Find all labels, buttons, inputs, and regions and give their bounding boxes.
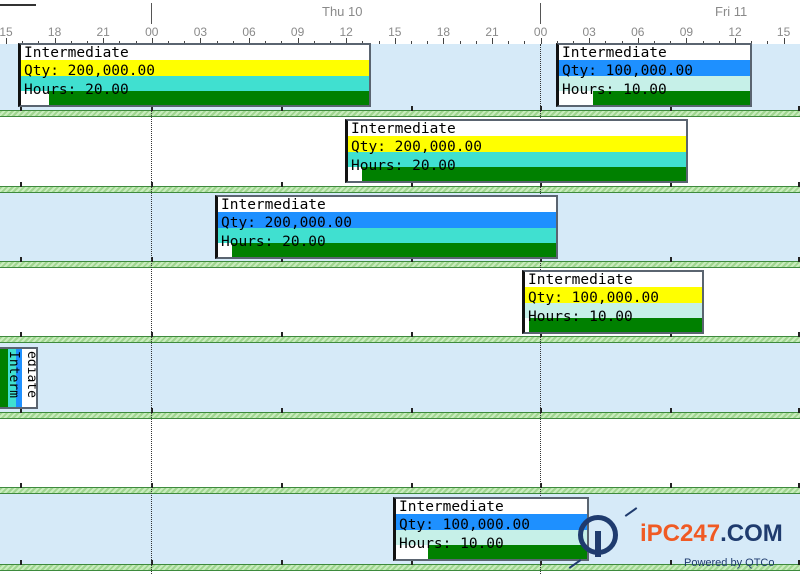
row-separator [0,336,800,343]
task-bar[interactable]: Intermediate Qty: 200,000.00 Hours: 20.0… [345,119,688,183]
task-hours: Hours: 10.00 [399,536,504,552]
task-bar[interactable]: Intermediate Qty: 200,000.00 Hours: 20.0… [18,43,371,107]
row-tick [411,483,413,488]
row-tick [281,182,283,187]
row-tick [20,483,22,488]
day-boundary-line [151,44,152,574]
hour-label: 12 [339,25,353,39]
watermark-logo: iPC247.COM Powered by QTCo [568,507,800,574]
task-qty: Qty: 200,000.00 [221,215,352,231]
hour-label: 12 [728,25,742,39]
row-separator [0,110,800,117]
task-bar[interactable]: Intermediate Qty: 100,000.00 Hours: 10.0… [522,270,704,334]
resource-row-5[interactable] [0,343,800,412]
row-separator [0,186,800,193]
task-hours: Hours: 10.00 [562,82,667,98]
task-qty: Qty: 100,000.00 [562,63,693,79]
resource-row-6[interactable] [0,419,800,487]
task-name: Intermediate [351,121,456,137]
row-separator [0,487,800,494]
logo-stem-icon [595,531,601,557]
row-tick [670,408,672,413]
row-tick [411,332,413,337]
task-name: Intermediate [399,499,504,515]
hour-label: 18 [436,25,451,39]
day-label-thu: Thu 10 [322,4,363,19]
hour-label: 00 [533,25,548,39]
task-name: Intermediate [24,45,129,61]
row-tick [281,560,283,565]
gantt-chart: Thu 10 Fri 11 15 18 21 00 03 06 09 12 15 18 21 00 03… [0,0,800,574]
hour-label: 15 [0,25,13,39]
logo-arrow-icon [568,559,582,569]
hour-label: 15 [388,25,402,39]
hour-header: 15 18 21 00 03 06 09 12 15 18 21 00 03 06 09 12 15 [0,24,800,45]
row-tick [281,332,283,337]
row-tick [281,483,283,488]
hour-label: 06 [631,25,645,39]
hour-label: 21 [485,25,499,39]
task-bar[interactable]: Intermediate Qty: 200,000.00 Hours: 20.0… [215,195,558,259]
hour-label: 09 [290,25,305,39]
task-hours: Hours: 20.00 [24,82,129,98]
hour-label: 21 [96,25,110,39]
hour-label: 15 [776,25,791,39]
row-tick [670,257,672,262]
row-separator [0,412,800,419]
logo-arrow-icon [624,507,638,517]
task-name-vertical: ediate [24,351,38,398]
hour-label: 03 [193,25,208,39]
task-bar-collapsed[interactable]: ediate Interm [0,347,38,409]
day-label-fri: Fri 11 [715,4,748,19]
row-tick [670,483,672,488]
task-name: Intermediate [528,272,633,288]
task-bar[interactable]: Intermediate Qty: 100,000.00 Hours: 10.0… [393,497,589,561]
header-stub [0,0,36,6]
task-qty: Qty: 100,000.00 [528,290,659,306]
task-name: Intermediate [221,197,326,213]
task-hours: Hours: 10.00 [528,309,633,325]
row-tick [411,408,413,413]
task-qty: Qty: 200,000.00 [24,63,155,79]
row-tick [20,560,22,565]
row-separator [0,261,800,268]
day-header: Thu 10 Fri 11 [0,0,800,25]
logo-brand-text: iPC247.COM [640,520,783,547]
task-name-vertical-2: Interm [6,351,21,398]
hour-label: 09 [679,25,694,39]
day-separator [151,3,152,24]
row-tick [411,106,413,111]
hour-label: 06 [242,25,256,39]
hour-label: 00 [145,25,159,39]
task-qty: Qty: 200,000.00 [351,139,482,155]
task-name: Intermediate [562,45,667,61]
task-bar[interactable]: Intermediate Qty: 100,000.00 Hours: 10.0… [556,43,752,107]
task-hours: Hours: 20.00 [351,158,456,174]
task-hours: Hours: 20.00 [221,234,326,250]
hour-label: 03 [582,25,596,39]
day-separator [540,3,541,24]
logo-tagline: Powered by QTCo [684,557,775,569]
row-tick [20,257,22,262]
row-tick [281,408,283,413]
task-qty: Qty: 100,000.00 [399,517,530,533]
row-tick [20,182,22,187]
hour-label: 18 [47,25,62,39]
row-tick [20,332,22,337]
